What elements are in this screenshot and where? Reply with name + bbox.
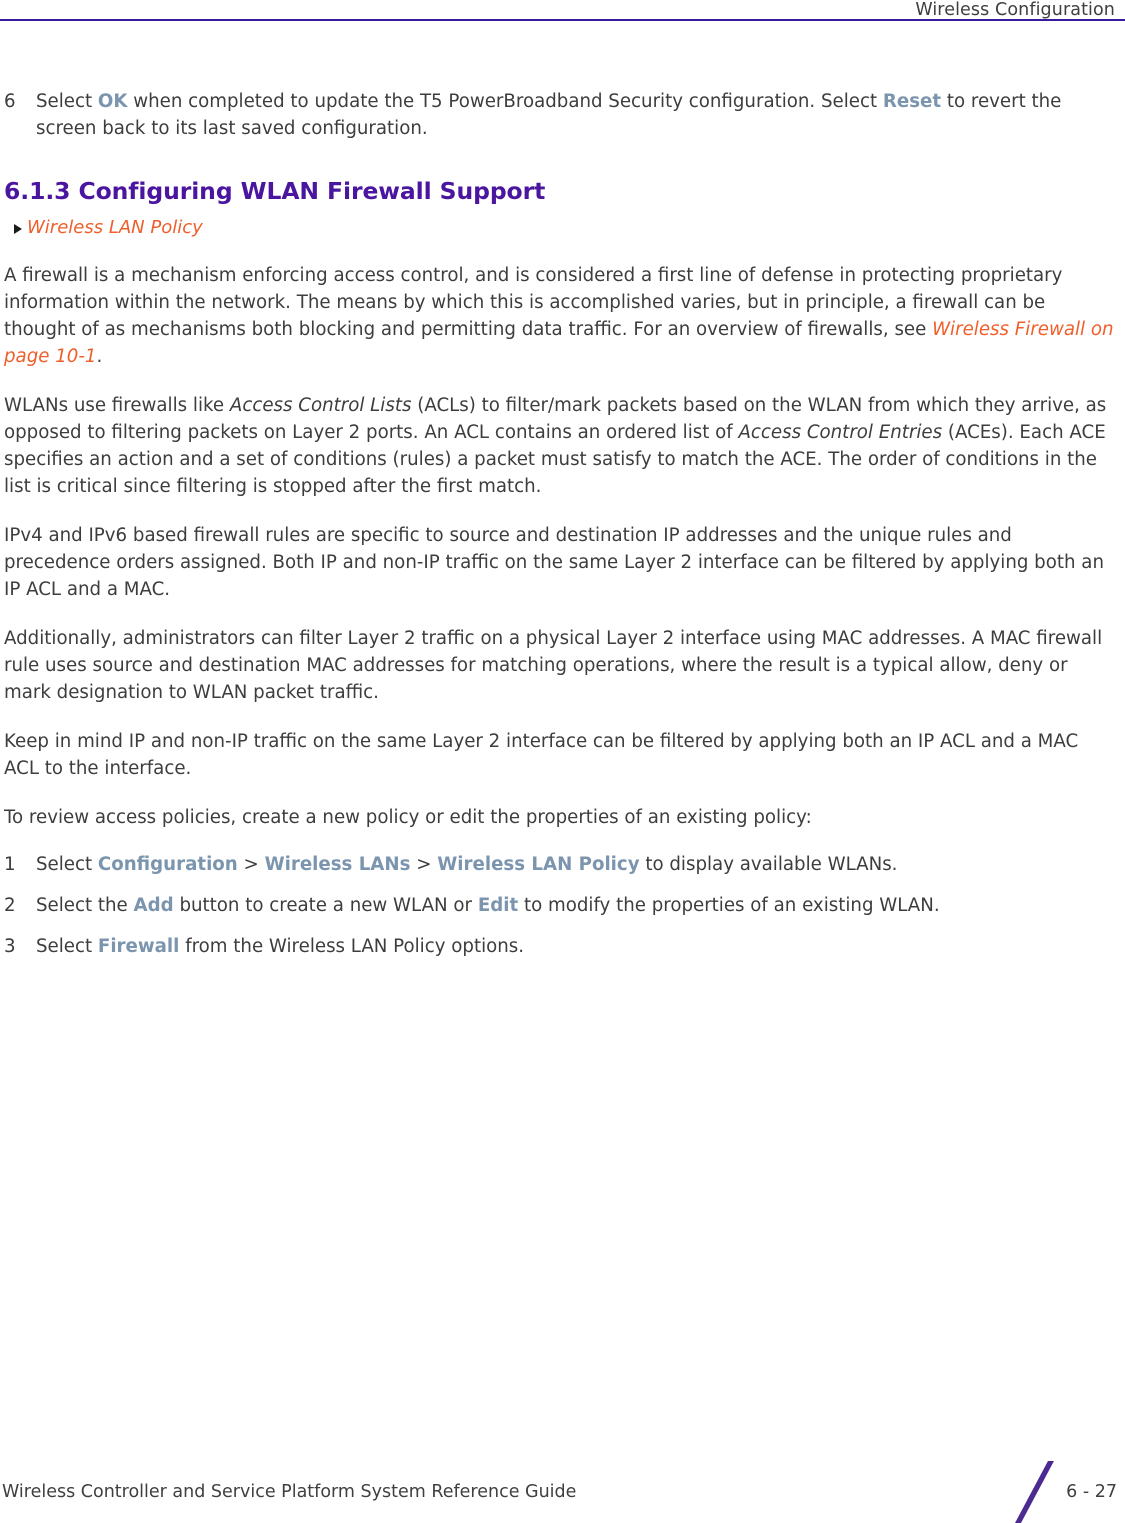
header-title: Wireless Configuration — [915, 0, 1115, 20]
ui-label-configuration[interactable]: Configuration — [98, 854, 238, 875]
step-text-part: Select — [36, 854, 98, 875]
xref-link-wireless-lan-policy[interactable]: Wireless LAN Policy — [27, 216, 203, 240]
step-item-6: 6 Select OK when completed to update the… — [4, 88, 1118, 142]
step-number: 2 — [4, 895, 16, 916]
page-content: 6 Select OK when completed to update the… — [4, 88, 1118, 974]
step-text: Select Configuration > Wireless LANs > W… — [36, 854, 897, 875]
header-divider-rule — [0, 19, 1125, 21]
step-text-part: to display available WLANs. — [639, 854, 898, 875]
ui-label-wireless-lan-policy[interactable]: Wireless LAN Policy — [437, 854, 639, 875]
step-text: Select OK when completed to update the T… — [36, 91, 1061, 139]
step-text-part: Select — [36, 91, 98, 112]
step-text-part: Select — [36, 936, 98, 957]
step-number: 6 — [4, 91, 16, 112]
paragraph-acl-overview: WLANs use firewalls like Access Control … — [4, 392, 1118, 500]
section-heading: 6.1.3 Configuring WLAN Firewall Support — [4, 177, 546, 205]
ui-label-wireless-lans[interactable]: Wireless LANs — [265, 854, 411, 875]
step-text-part: to modify the properties of an existing … — [518, 895, 940, 916]
ui-label-reset[interactable]: Reset — [883, 91, 941, 112]
slash-decoration-icon — [1015, 1461, 1054, 1523]
step-separator: > — [237, 854, 265, 875]
step-item-1: 1 Select Configuration > Wireless LANs >… — [4, 851, 1118, 878]
step-number: 3 — [4, 936, 16, 957]
step-text-part: Select the — [36, 895, 134, 916]
ui-label-add[interactable]: Add — [134, 895, 174, 916]
paragraph-text-part: . — [96, 346, 103, 367]
paragraph-mac-filtering: Additionally, administrators can filter … — [4, 628, 1103, 703]
step-number: 1 — [4, 854, 16, 875]
step-item-2: 2 Select the Add button to create a new … — [4, 892, 1118, 919]
step-text-part: from the Wireless LAN Policy options. — [179, 936, 525, 957]
triangle-right-icon — [14, 224, 22, 234]
ui-label-firewall[interactable]: Firewall — [98, 936, 180, 957]
footer-document-title: Wireless Controller and Service Platform… — [2, 1482, 577, 1502]
ui-label-edit[interactable]: Edit — [478, 895, 518, 916]
paragraph-ipv4-ipv6-rules: IPv4 and IPv6 based firewall rules are s… — [4, 525, 1104, 600]
step-item-3: 3 Select Firewall from the Wireless LAN … — [4, 933, 1118, 960]
step-separator: > — [410, 854, 438, 875]
term-access-control-entries: Access Control Entries — [738, 422, 943, 443]
paragraph-keep-in-mind: Keep in mind IP and non-IP traffic on th… — [4, 731, 1079, 779]
document-page: Wireless Configuration 6 Select OK when … — [0, 0, 1125, 1523]
footer-page-number: 6 - 27 — [1066, 1482, 1117, 1502]
ui-label-ok[interactable]: OK — [98, 91, 128, 112]
paragraph-firewall-definition: A firewall is a mechanism enforcing acce… — [4, 262, 1118, 370]
page-footer: Wireless Controller and Service Platform… — [0, 1457, 1125, 1523]
term-access-control-lists: Access Control Lists — [229, 395, 412, 416]
step-text: Select Firewall from the Wireless LAN Po… — [36, 936, 524, 957]
step-text-part: button to create a new WLAN or — [173, 895, 478, 916]
paragraph-text-part: WLANs use firewalls like — [4, 395, 230, 416]
section-xref-line: Wireless LAN Policy — [14, 216, 1118, 240]
procedure-steps-list: 1 Select Configuration > Wireless LANs >… — [4, 851, 1118, 960]
paragraph-text-part: A firewall is a mechanism enforcing acce… — [4, 265, 1063, 340]
step-text: Select the Add button to create a new WL… — [36, 895, 940, 916]
paragraph-procedure-intro: To review access policies, create a new … — [4, 807, 812, 828]
step-text-part: when completed to update the T5 PowerBro… — [127, 91, 883, 112]
